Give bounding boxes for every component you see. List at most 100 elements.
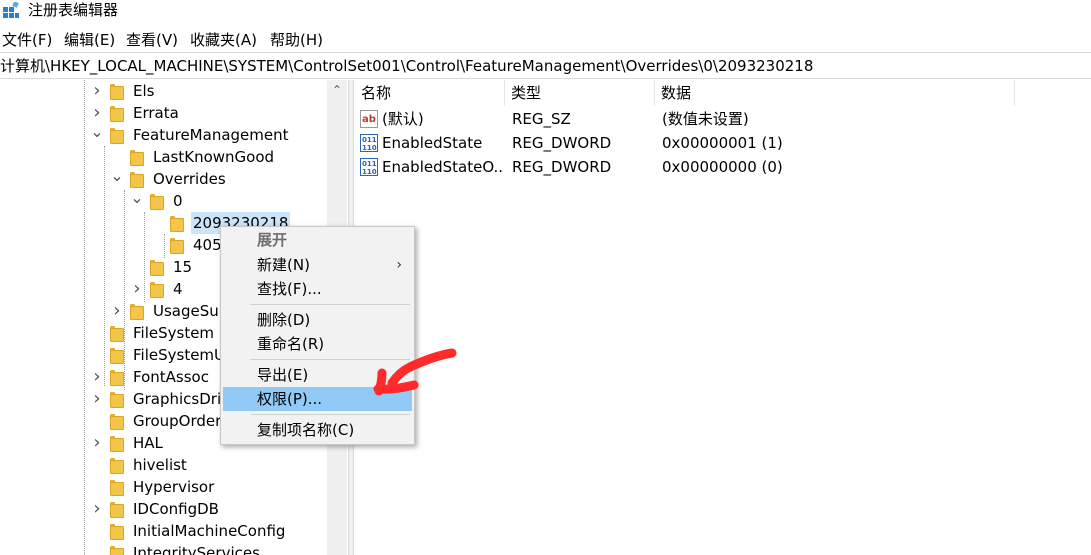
svg-text:011: 011 bbox=[362, 136, 377, 144]
menu-item-expand: 展开 bbox=[257, 231, 288, 249]
chevron-right-icon[interactable]: › bbox=[110, 302, 124, 320]
tree-item-label: IntegrityServices bbox=[133, 544, 260, 555]
folder-icon bbox=[110, 479, 124, 496]
tree-item[interactable]: IntegrityServices bbox=[0, 542, 330, 555]
folder-icon bbox=[110, 391, 124, 408]
folder-icon bbox=[170, 215, 184, 232]
binary-value-icon: 011110 bbox=[360, 134, 378, 152]
menu-edit[interactable]: 编辑(E) bbox=[64, 30, 115, 50]
tree-item[interactable]: hivelist bbox=[0, 454, 330, 476]
value-row[interactable]: ab (默认) REG_SZ (数值未设置) bbox=[355, 107, 1091, 131]
tree-item[interactable]: ⌄ Overrides bbox=[0, 168, 330, 190]
tree-item-label: HAL bbox=[133, 434, 163, 452]
values-list: 名称 类型 数据 ab (默认) REG_SZ (数值未设置) 011 110 Enable… bbox=[355, 80, 1091, 555]
folder-icon bbox=[130, 171, 144, 188]
tree-item-label: Hypervisor bbox=[133, 478, 215, 496]
folder-icon bbox=[110, 83, 124, 100]
tree-item[interactable]: Hypervisor bbox=[0, 476, 330, 498]
chevron-right-icon[interactable]: › bbox=[90, 390, 104, 408]
folder-icon bbox=[110, 325, 124, 342]
menu-favorites[interactable]: 收藏夹(A) bbox=[190, 30, 257, 50]
address-path[interactable]: 计算机\HKEY_LOCAL_MACHINE\SYSTEM\ControlSet… bbox=[0, 56, 813, 76]
menu-item-delete[interactable]: 删除(D) bbox=[223, 308, 412, 332]
tree-item-label: UsageSub bbox=[153, 302, 229, 320]
regedit-app-icon bbox=[3, 2, 19, 18]
value-data: 0x00000001 (1) bbox=[662, 134, 783, 152]
column-type[interactable]: 类型 bbox=[505, 80, 655, 106]
binary-value-icon: 011110 bbox=[360, 158, 378, 176]
folder-icon bbox=[150, 281, 164, 298]
folder-icon bbox=[110, 501, 124, 518]
folder-icon bbox=[110, 523, 124, 540]
tree-item-label: GraphicsDriv bbox=[133, 390, 231, 408]
chevron-down-icon[interactable]: ⌄ bbox=[90, 124, 104, 144]
tree-item[interactable]: › Els bbox=[0, 80, 330, 102]
title-bar: 注册表编辑器 bbox=[0, 0, 1091, 22]
tree-item-label: FileSystemU bbox=[133, 346, 226, 364]
folder-icon bbox=[170, 237, 184, 254]
svg-text:110: 110 bbox=[362, 144, 377, 152]
tree-item[interactable]: › Errata bbox=[0, 102, 330, 124]
menu-item-find[interactable]: 查找(F)... bbox=[223, 277, 412, 301]
chevron-right-icon[interactable]: › bbox=[130, 280, 144, 298]
value-type: REG_DWORD bbox=[512, 158, 612, 176]
address-bar[interactable]: 计算机\HKEY_LOCAL_MACHINE\SYSTEM\ControlSet… bbox=[0, 52, 1091, 79]
value-type: REG_DWORD bbox=[512, 134, 612, 152]
value-data: 0x00000000 (0) bbox=[662, 158, 783, 176]
tree-item-label: 15 bbox=[173, 258, 193, 276]
svg-text:ab: ab bbox=[362, 114, 376, 125]
chevron-right-icon[interactable]: › bbox=[90, 82, 104, 100]
folder-icon bbox=[110, 369, 124, 386]
chevron-right-icon[interactable]: › bbox=[90, 104, 104, 122]
folder-icon bbox=[110, 457, 124, 474]
value-data: (数值未设置) bbox=[662, 110, 749, 128]
tree-item-label: Overrides bbox=[153, 170, 226, 188]
menu-file[interactable]: 文件(F) bbox=[2, 30, 52, 50]
string-value-icon: ab bbox=[360, 110, 378, 128]
menu-view[interactable]: 查看(V) bbox=[126, 30, 178, 50]
chevron-down-icon[interactable]: ⌄ bbox=[110, 168, 124, 188]
column-name[interactable]: 名称 bbox=[355, 80, 505, 106]
tree-item-label: 4 bbox=[173, 280, 183, 298]
folder-icon bbox=[110, 413, 124, 430]
scroll-up-icon[interactable]: ⌃ bbox=[327, 80, 347, 100]
window-title: 注册表编辑器 bbox=[28, 1, 119, 19]
menu-item-copy-key-name[interactable]: 复制项名称(C) bbox=[223, 418, 412, 442]
svg-text:110: 110 bbox=[362, 168, 377, 176]
menu-bar: 文件(F) 编辑(E) 查看(V) 收藏夹(A) 帮助(H) bbox=[0, 28, 1091, 52]
menu-item-new-label: 新建(N) bbox=[257, 256, 310, 274]
menu-item-new[interactable]: 新建(N) › bbox=[223, 253, 412, 277]
chevron-right-icon[interactable]: › bbox=[90, 434, 104, 452]
folder-icon bbox=[110, 545, 124, 555]
column-data[interactable]: 数据 bbox=[655, 80, 1015, 106]
tree-item-label: IDConfigDB bbox=[133, 500, 219, 518]
chevron-down-icon[interactable]: ⌄ bbox=[130, 190, 144, 210]
red-arrow-annotation-icon bbox=[373, 348, 457, 396]
chevron-right-icon[interactable]: › bbox=[90, 500, 104, 518]
folder-icon bbox=[150, 193, 164, 210]
tree-item[interactable]: LastKnownGood bbox=[0, 146, 330, 168]
submenu-arrow-icon: › bbox=[396, 257, 402, 273]
menu-separator bbox=[251, 414, 410, 415]
menu-help[interactable]: 帮助(H) bbox=[270, 30, 323, 50]
folder-icon bbox=[150, 259, 164, 276]
tree-item-label: Errata bbox=[133, 104, 179, 122]
tree-item-label: 405 bbox=[193, 236, 222, 254]
context-menu: 展开 新建(N) › 查找(F)... 删除(D) 重命名(R) 导出(E) 权… bbox=[220, 226, 415, 445]
tree-item[interactable]: InitialMachineConfig bbox=[0, 520, 330, 542]
folder-icon bbox=[110, 105, 124, 122]
tree-item[interactable]: ⌄ FeatureManagement bbox=[0, 124, 330, 146]
value-row[interactable]: 011 110 EnabledStateO... REG_DWORD 0x0000000… bbox=[355, 155, 1091, 179]
value-type: REG_SZ bbox=[512, 110, 571, 128]
tree-item-label: 0 bbox=[173, 192, 183, 210]
tree-item-label: FeatureManagement bbox=[133, 126, 289, 144]
tree-item[interactable]: ⌄ 0 bbox=[0, 190, 330, 212]
value-name: EnabledStateO... bbox=[382, 158, 504, 176]
tree-item-label: FileSystem bbox=[133, 324, 215, 342]
tree-item[interactable]: › IDConfigDB bbox=[0, 498, 330, 520]
chevron-right-icon[interactable]: › bbox=[90, 368, 104, 386]
value-row[interactable]: 011 110 EnabledState REG_DWORD 0x00000001 (1… bbox=[355, 131, 1091, 155]
value-name: (默认) bbox=[382, 110, 424, 128]
folder-icon bbox=[110, 435, 124, 452]
list-header: 名称 类型 数据 bbox=[355, 80, 1091, 106]
